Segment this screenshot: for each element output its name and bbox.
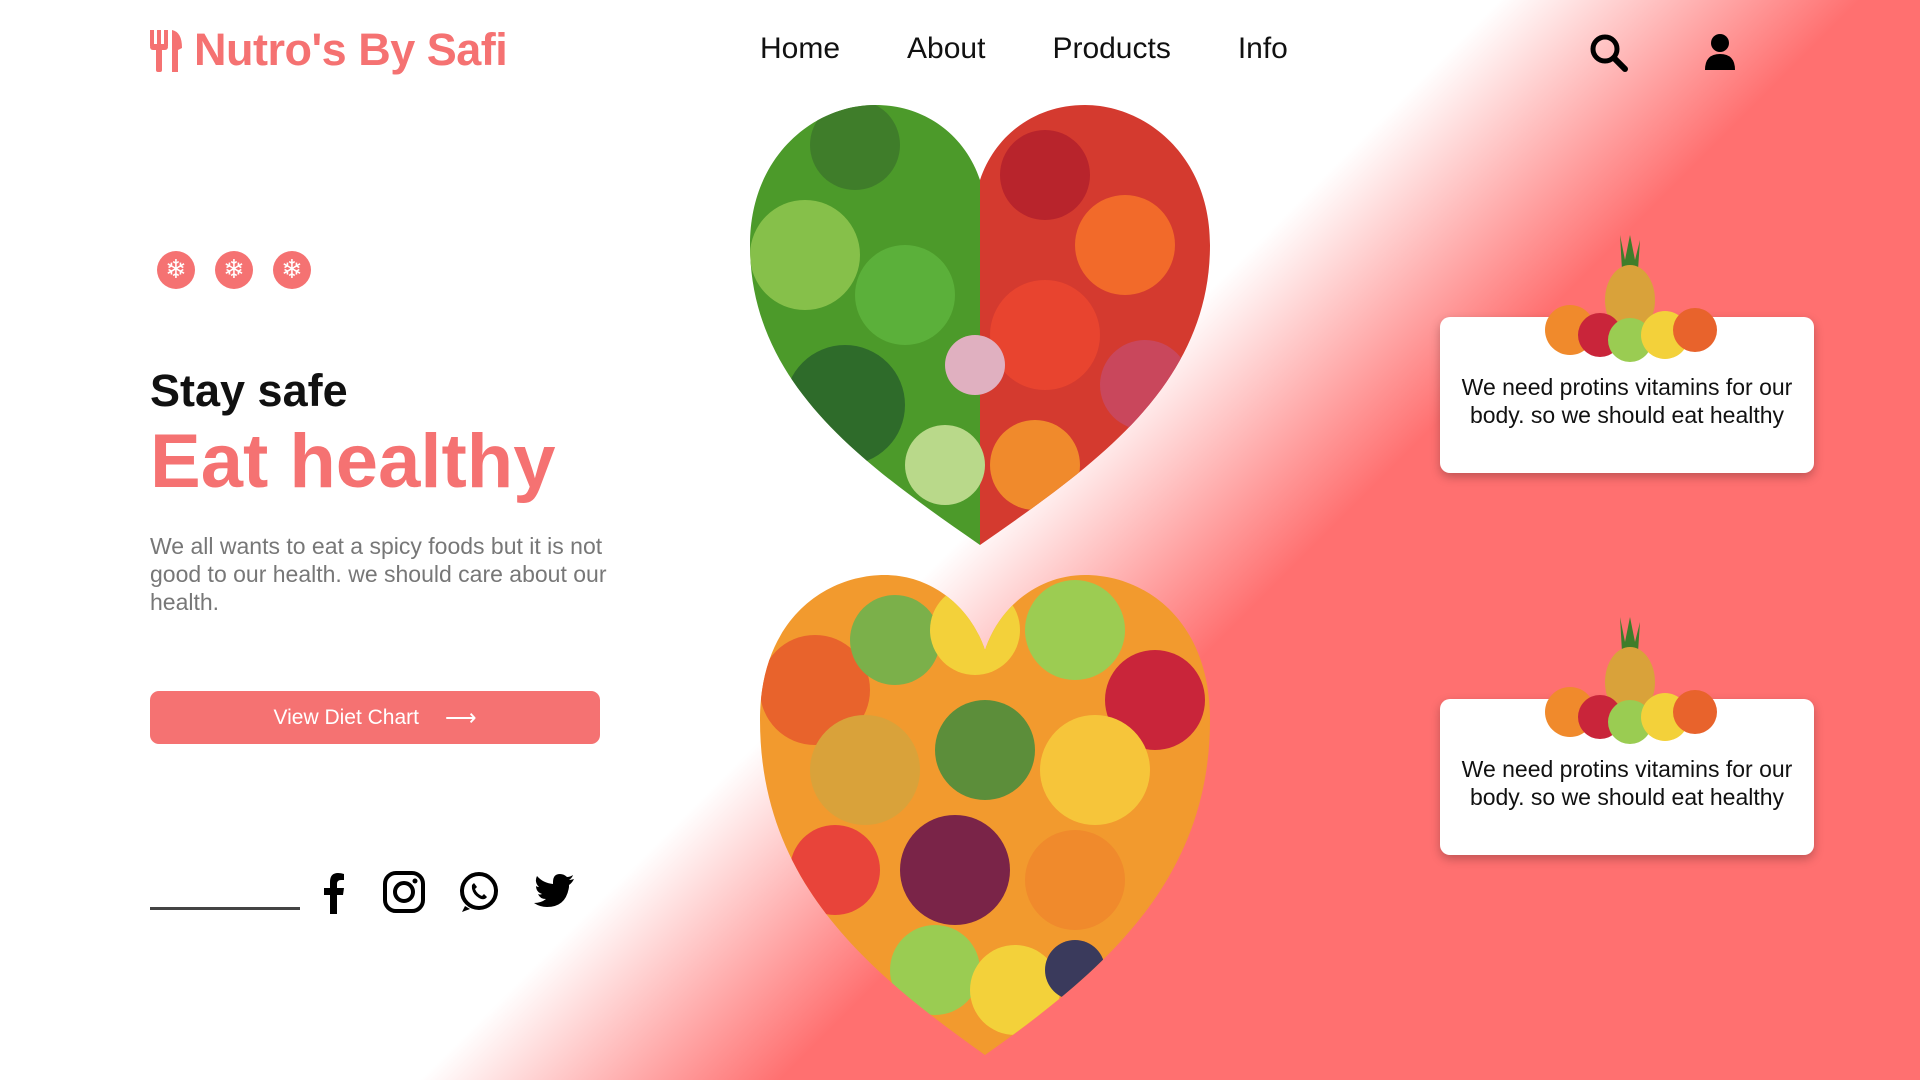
cta-label: View Diet Chart (273, 705, 419, 729)
hero-description: We all wants to eat a spicy foods but it… (150, 533, 607, 615)
main-nav: Home About Products Info (760, 32, 1355, 66)
facebook-icon[interactable] (310, 868, 358, 916)
snowflake-icon: ❄ (215, 251, 253, 289)
tagline-large: Eat healthy (150, 419, 556, 504)
brand-logo[interactable]: Nutro's By Safi (148, 24, 508, 76)
info-card-text: We need protins vitamins for our body. s… (1461, 756, 1793, 810)
fork-knife-icon (150, 30, 182, 72)
nav-home[interactable]: Home (760, 32, 840, 66)
fruit-basket-image (1545, 235, 1717, 362)
fruit-heart-image (760, 575, 1210, 1055)
fruit-basket-image (1545, 617, 1717, 744)
nav-products[interactable]: Products (1052, 32, 1170, 66)
social-divider (150, 907, 300, 910)
nav-about[interactable]: About (907, 32, 985, 66)
info-card-text: We need protins vitamins for our body. s… (1461, 374, 1793, 428)
view-diet-chart-button[interactable]: View Diet Chart ⟶ (150, 691, 600, 744)
snowflake-row: ❄ ❄ ❄ (157, 251, 311, 289)
snowflake-icon: ❄ (273, 251, 311, 289)
tagline-small: Stay safe (150, 365, 348, 416)
vegetable-heart-image (750, 105, 1210, 545)
whatsapp-icon[interactable] (455, 868, 503, 916)
twitter-icon[interactable] (530, 868, 578, 916)
snowflake-icon: ❄ (157, 251, 195, 289)
search-icon[interactable] (1588, 32, 1628, 72)
arrow-right-icon: ⟶ (444, 704, 477, 730)
user-icon[interactable] (1700, 32, 1740, 72)
instagram-icon[interactable] (380, 868, 428, 916)
brand-name: Nutro's By Safi (194, 24, 508, 75)
nav-info[interactable]: Info (1238, 32, 1288, 66)
